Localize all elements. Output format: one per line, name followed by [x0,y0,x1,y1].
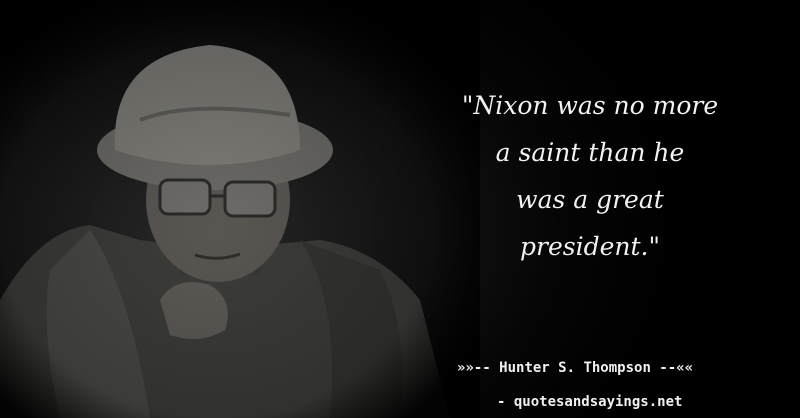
author-attribution: »»-- Hunter S. Thompson --«« [457,360,757,376]
quote-line: a saint than he [495,138,685,167]
quote-text: "Nixon was no more a saint than he was a… [440,82,740,270]
quote-line: was a great [516,185,664,214]
author-prefix: »»-- [457,360,500,376]
portrait-photo [0,0,480,418]
author-suffix: --«« [650,360,694,376]
quote-line: president." [520,232,660,261]
site-credit: - quotesandsayings.net [497,394,683,410]
quote-card: "Nixon was no more a saint than he was a… [0,0,800,418]
quote-line: "Nixon was no more [461,91,719,120]
author-name: Hunter S. Thompson [499,360,651,376]
